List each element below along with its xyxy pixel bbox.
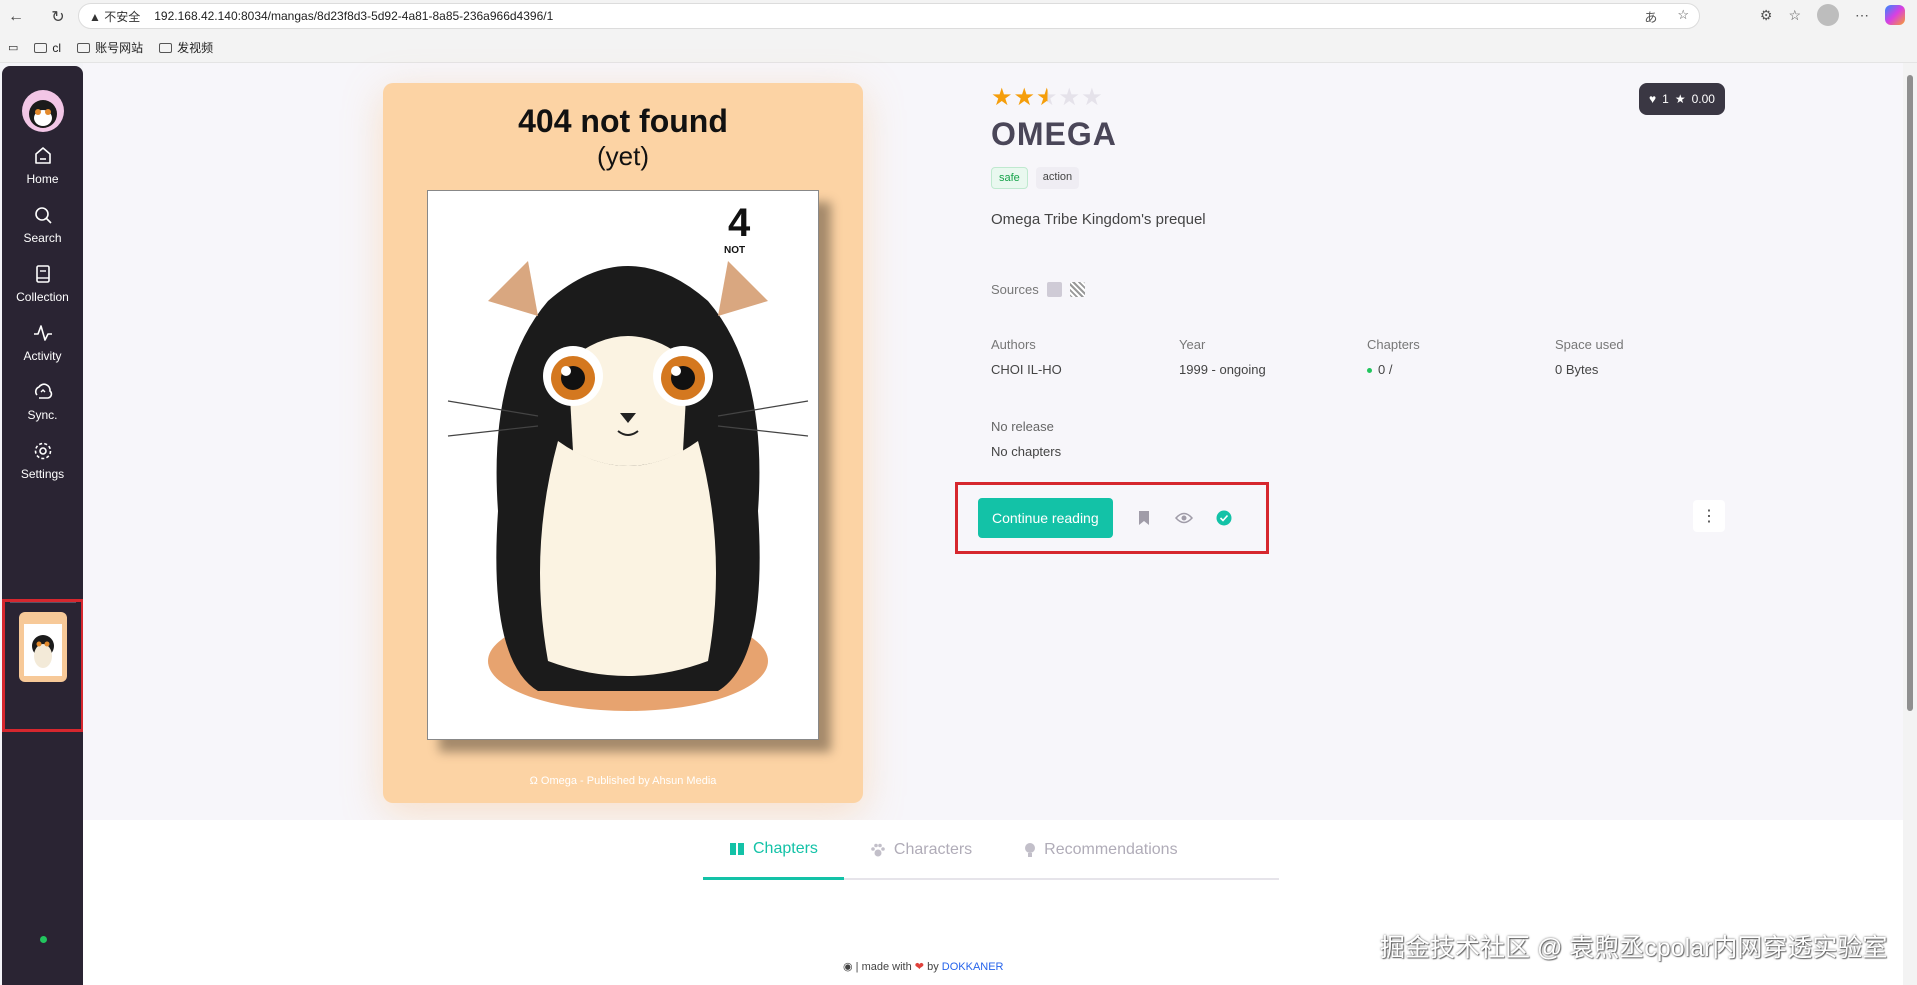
sync-icon <box>34 383 52 399</box>
star-icon[interactable]: ★ <box>1014 84 1037 111</box>
bookmark-cl[interactable]: cl <box>34 41 61 55</box>
tag-list: safe action <box>991 167 1731 189</box>
sidebar-item-label: Search <box>23 231 62 245</box>
folder-icon <box>159 42 173 53</box>
sources-row: Sources <box>991 282 1731 297</box>
lightbulb-icon <box>1025 843 1036 857</box>
extensions-icon[interactable]: ⚙ <box>1760 7 1773 24</box>
sidebar-item-label: Settings <box>20 467 65 481</box>
footer-text: | made with <box>855 961 912 973</box>
tab-bar: Chapters Characters Recommendations <box>703 820 1279 880</box>
source-m-icon[interactable] <box>1046 282 1062 297</box>
github-icon[interactable]: ◉ <box>843 961 853 973</box>
sidebar-item-settings[interactable]: Settings <box>2 439 83 481</box>
browser-toolbar: ← ↻ ▲ 不安全 192.168.42.140:8034/mangas/8d2… <box>0 0 1917 33</box>
activity-icon <box>33 325 52 341</box>
cover-title: 404 not found <box>518 103 728 139</box>
search-icon <box>34 207 52 224</box>
sources-label: Sources <box>991 282 1039 297</box>
url-text[interactable]: 192.168.42.140:8034/mangas/8d23f8d3-5d92… <box>154 9 553 23</box>
bookmark-videos[interactable]: 发视频 <box>159 39 213 56</box>
cover-cat-illustration: 4 NOT <box>427 190 819 740</box>
tab-chapters[interactable]: Chapters <box>703 820 844 880</box>
connection-status-dot <box>40 936 47 943</box>
rating-stars[interactable]: ★★★★★ <box>991 83 1731 112</box>
copilot-icon[interactable] <box>1885 5 1905 25</box>
tab-recommendations[interactable]: Recommendations <box>998 820 1203 880</box>
paw-icon <box>871 843 885 857</box>
manga-title: OMEGA <box>991 116 1117 152</box>
sidebar-item-collection[interactable]: Collection <box>2 262 83 304</box>
book-icon <box>35 265 50 283</box>
translate-icon[interactable]: あ <box>1644 7 1657 26</box>
sidebar-item-label: Home <box>26 172 59 186</box>
tab-characters[interactable]: Characters <box>844 820 998 880</box>
home-icon <box>34 147 51 164</box>
meta-year: Year 1999 - ongoing <box>1179 337 1266 377</box>
favorites-icon[interactable]: ☆ <box>1788 7 1801 24</box>
tag-action[interactable]: action <box>1035 167 1080 189</box>
meta-authors: Authors CHOI IL-HO <box>991 337 1179 377</box>
manga-details: ★★★★★ OMEGA safe action Omega Tribe King… <box>991 83 1731 459</box>
reload-icon[interactable]: ↻ <box>46 5 70 29</box>
profile-avatar[interactable] <box>1817 4 1839 26</box>
back-icon[interactable]: ← <box>4 5 28 29</box>
authors-value[interactable]: CHOI IL-HO <box>991 362 1179 377</box>
sidebar-item-search[interactable]: Search <box>2 203 83 245</box>
manga-cover[interactable]: 404 not found (yet) 4 NOT Ω Omega - Publ… <box>383 83 863 803</box>
address-bar[interactable]: ▲ 不安全 192.168.42.140:8034/mangas/8d23f8d… <box>78 3 1700 29</box>
bookmark-accounts[interactable]: 账号网站 <box>77 39 143 56</box>
release-info: No release No chapters <box>991 419 1731 459</box>
folder-icon <box>34 42 48 53</box>
app-logo[interactable] <box>22 90 64 132</box>
svg-text:4: 4 <box>728 201 751 245</box>
manga-meta: Authors CHOI IL-HO Year 1999 - ongoing Cha… <box>991 337 1731 377</box>
more-options-button[interactable]: ⋮ <box>1693 500 1725 532</box>
star-icon[interactable]: ★ <box>1059 84 1082 111</box>
menu-dots-icon[interactable]: ⋯ <box>1855 7 1869 24</box>
sidebar-item-label: Collection <box>16 290 69 304</box>
page-footer: ◉ | made with ❤ by DOKKANER <box>843 961 1004 973</box>
manga-description: Omega Tribe Kingdom's prequel <box>991 211 1206 228</box>
star-half-icon[interactable]: ★ <box>1036 84 1059 111</box>
sidebar-item-sync[interactable]: Sync. <box>2 380 83 422</box>
favorite-star-icon[interactable]: ☆ <box>1677 7 1689 26</box>
meta-space-used: Space used 0 Bytes <box>1555 337 1624 377</box>
paw-heart-icon: ❤ <box>914 961 925 973</box>
manga-header: 404 not found (yet) 4 NOT Ω Omega - Publ… <box>83 63 1903 820</box>
gear-icon <box>34 442 51 460</box>
meta-chapters: Chapters 0 / <box>1367 337 1420 377</box>
release-label: No release <box>991 419 1054 434</box>
folder-icon <box>77 42 91 53</box>
page-scrollbar[interactable] <box>1903 63 1917 985</box>
bookmarks-bar: ▭ cl 账号网站 发视频 <box>0 33 1917 63</box>
sidebar-item-home[interactable]: Home <box>2 144 83 186</box>
security-warning[interactable]: ▲ 不安全 <box>89 8 140 25</box>
cover-credit: Ω Omega - Published by Ahsun Media <box>529 775 717 787</box>
highlight-box-sidebar <box>2 599 84 732</box>
author-link[interactable]: DOKKANER <box>942 961 1004 973</box>
status-dot <box>1367 368 1372 374</box>
watermark-text: 掘金技术社区 @ 袁煦丞cpolar内网穿透实验室 <box>1380 934 1888 962</box>
tag-safe[interactable]: safe <box>991 167 1028 189</box>
cover-subtitle: (yet) <box>597 141 649 171</box>
star-icon[interactable]: ★ <box>1081 84 1104 111</box>
sidebar-item-label: Activity <box>23 349 62 363</box>
star-icon[interactable]: ★ <box>991 84 1014 111</box>
scroll-thumb[interactable] <box>1907 75 1913 711</box>
sidebar-item-label: Sync. <box>27 408 58 422</box>
chapters-label: No chapters <box>991 444 1062 459</box>
open-book-icon <box>730 842 744 855</box>
highlight-box-actions <box>955 482 1269 554</box>
svg-text:NOT: NOT <box>724 245 745 256</box>
tab-actions-icon[interactable]: ▭ <box>8 41 18 54</box>
source-pattern-icon[interactable] <box>1069 282 1085 297</box>
sidebar-item-activity[interactable]: Activity <box>2 321 83 363</box>
app-sidebar: Home Search Collection Activity Sync. Se… <box>2 66 83 985</box>
